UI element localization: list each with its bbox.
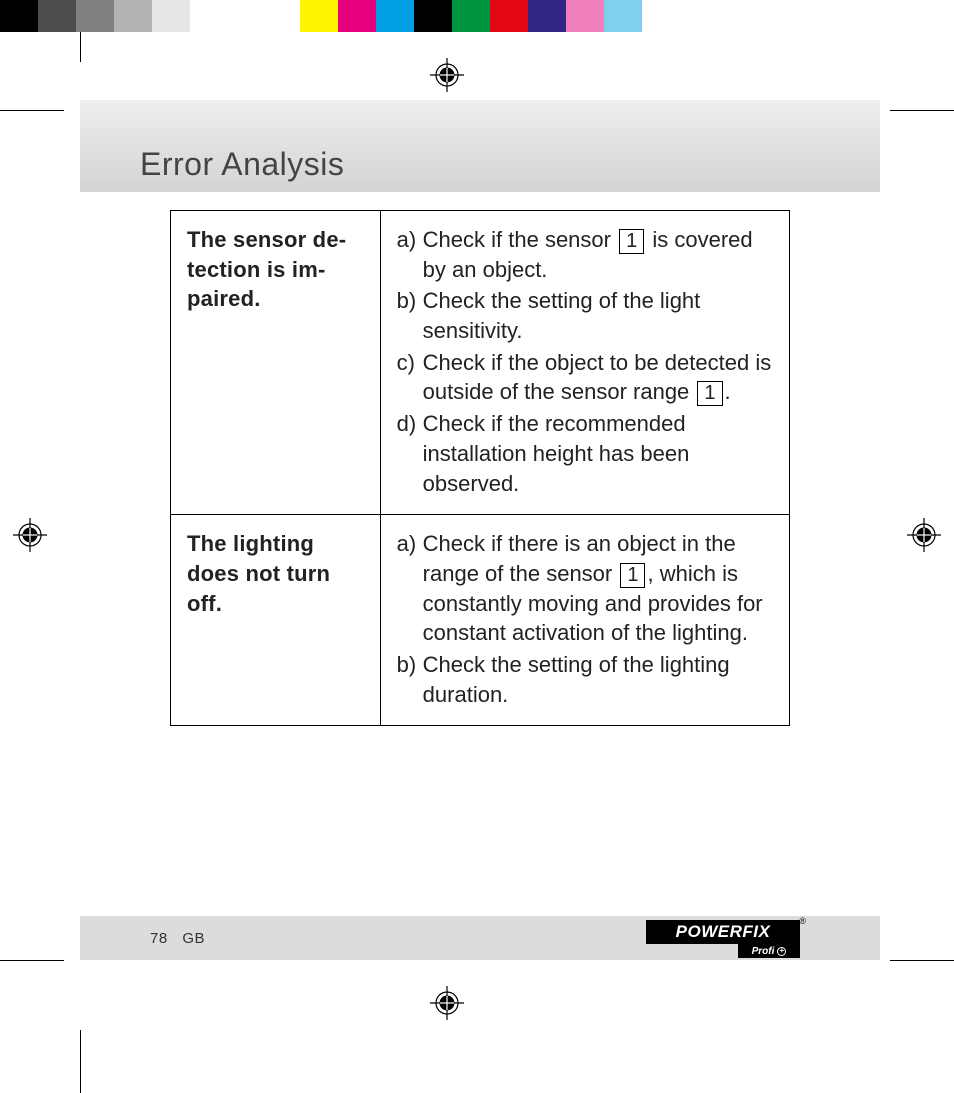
item-text: Check the setting of the light sensitivi… bbox=[423, 286, 773, 345]
color-swatch bbox=[264, 0, 300, 32]
solution-item: a)Check if the sensor 1 is covered by an… bbox=[397, 225, 773, 284]
color-swatch bbox=[0, 0, 38, 32]
registration-mark-icon bbox=[430, 986, 464, 1020]
table-row: The lighting does not turn off. a)Check i… bbox=[171, 515, 790, 726]
crop-rule bbox=[80, 32, 81, 62]
crop-rule bbox=[0, 110, 64, 111]
item-post: . bbox=[725, 379, 731, 404]
color-swatch bbox=[452, 0, 490, 32]
brand-subline: Profi + bbox=[738, 944, 800, 958]
color-swatch bbox=[152, 0, 190, 32]
color-swatch bbox=[604, 0, 642, 32]
color-calibration-strip bbox=[0, 0, 954, 32]
page-lang: GB bbox=[182, 930, 205, 947]
brand-sub-text: Profi bbox=[752, 946, 775, 957]
solution-cell: a)Check if the sensor 1 is covered by an… bbox=[380, 211, 789, 515]
part-reference: 1 bbox=[619, 229, 644, 254]
problem-text: The sensor de­tection is im­paired. bbox=[187, 227, 346, 311]
table-row: The sensor de­tection is im­paired.a)Che… bbox=[171, 211, 790, 515]
color-swatch bbox=[414, 0, 452, 32]
color-swatch bbox=[566, 0, 604, 32]
item-text: Check the setting of the light­ing durat… bbox=[423, 650, 773, 709]
item-pre: Check if the sensor bbox=[423, 227, 617, 252]
solution-item: a)Check if there is an object in the ran… bbox=[397, 529, 773, 648]
problem-cell: The sensor de­tection is im­paired. bbox=[171, 211, 381, 515]
error-analysis-table: The sensor de­tection is im­paired.a)Che… bbox=[170, 210, 790, 726]
problem-cell: The lighting does not turn off. bbox=[171, 515, 381, 726]
item-text: Check if the recommended installation he… bbox=[423, 409, 773, 498]
part-reference: 1 bbox=[620, 563, 645, 588]
registration-mark-icon bbox=[13, 518, 47, 552]
color-swatch bbox=[490, 0, 528, 32]
item-label: a) bbox=[397, 529, 423, 648]
crop-rule bbox=[890, 110, 954, 111]
problem-text: The lighting does not turn off. bbox=[187, 531, 330, 615]
crop-rule bbox=[0, 960, 64, 961]
crop-rule bbox=[80, 1030, 81, 1093]
item-label: a) bbox=[397, 225, 423, 284]
crop-rule bbox=[890, 960, 954, 961]
color-swatch bbox=[190, 0, 228, 32]
color-swatch bbox=[114, 0, 152, 32]
solution-item: b)Check the setting of the light sensiti… bbox=[397, 286, 773, 345]
page-number-value: 78 bbox=[150, 930, 168, 947]
solution-item: c)Check if the object to be de­tected is… bbox=[397, 348, 773, 407]
color-swatch bbox=[300, 0, 338, 32]
item-label: d) bbox=[397, 409, 423, 498]
color-swatch bbox=[528, 0, 566, 32]
color-swatch bbox=[642, 0, 680, 32]
item-pre: Check if the recommended installation he… bbox=[423, 411, 690, 495]
item-label: b) bbox=[397, 650, 423, 709]
solution-item: d)Check if the recommended installation … bbox=[397, 409, 773, 498]
registration-mark-icon bbox=[907, 518, 941, 552]
item-text: Check if there is an object in the range… bbox=[423, 529, 773, 648]
page-title: Error Analysis bbox=[140, 146, 344, 183]
color-swatch bbox=[338, 0, 376, 32]
item-text: Check if the object to be de­tected is o… bbox=[423, 348, 773, 407]
item-text: Check if the sensor 1 is covered by an o… bbox=[423, 225, 773, 284]
color-swatch bbox=[76, 0, 114, 32]
item-pre: Check the setting of the light­ing durat… bbox=[423, 652, 730, 707]
color-swatch bbox=[228, 0, 264, 32]
part-reference: 1 bbox=[697, 381, 722, 406]
item-label: b) bbox=[397, 286, 423, 345]
registration-mark-icon bbox=[430, 58, 464, 92]
color-swatch bbox=[38, 0, 76, 32]
color-swatch bbox=[376, 0, 414, 32]
plus-icon: + bbox=[777, 947, 786, 956]
brand-name: POWERFIX bbox=[646, 920, 800, 944]
page-number: 78 GB bbox=[150, 930, 205, 947]
item-label: c) bbox=[397, 348, 423, 407]
solution-cell: a)Check if there is an object in the ran… bbox=[380, 515, 789, 726]
solution-item: b)Check the setting of the light­ing dur… bbox=[397, 650, 773, 709]
brand-logo: POWERFIX ® Profi + bbox=[646, 920, 800, 956]
registered-icon: ® bbox=[799, 916, 806, 926]
item-pre: Check the setting of the light sensitivi… bbox=[423, 288, 701, 343]
